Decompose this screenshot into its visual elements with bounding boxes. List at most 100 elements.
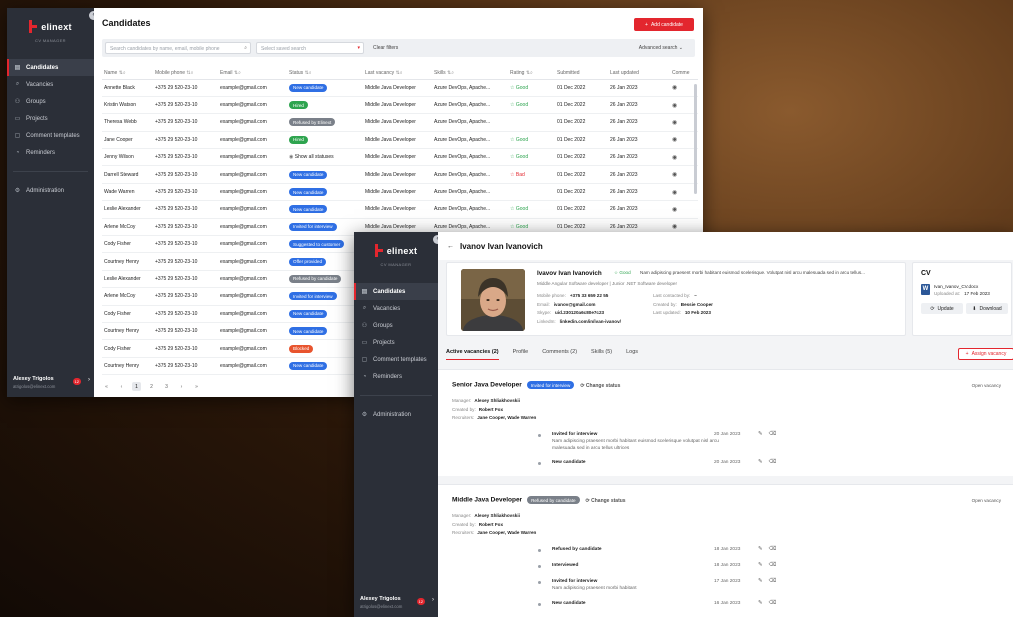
- status-badge[interactable]: Refused by Elinext: [289, 118, 336, 127]
- eye-icon[interactable]: ◉: [672, 120, 677, 126]
- trash-icon[interactable]: ⌫: [769, 546, 783, 552]
- assign-vacancy-button[interactable]: + Assign vacancy: [958, 348, 1013, 360]
- edit-icon[interactable]: ✎: [758, 546, 769, 552]
- edit-icon[interactable]: ✎: [758, 578, 769, 584]
- status-badge[interactable]: Suggested to customer: [289, 240, 345, 249]
- column-header-last-updated[interactable]: Last updated: [608, 67, 670, 80]
- advanced-search-link[interactable]: Advanced search ⌄: [639, 45, 683, 51]
- sort-filter-icon[interactable]: ⇅⌕: [185, 70, 193, 76]
- sort-filter-icon[interactable]: ⇅⌕: [303, 70, 312, 76]
- edit-icon[interactable]: ✎: [758, 431, 769, 437]
- eye-icon[interactable]: ◉: [672, 103, 677, 109]
- table-row[interactable]: Leslie Alexander +375 29 520-23-10 example…: [102, 200, 698, 219]
- tab-active-vacancies-2[interactable]: Active vacancies (2): [446, 349, 499, 360]
- sort-filter-icon[interactable]: ⇅⌕: [117, 70, 126, 76]
- eye-icon[interactable]: ◉: [672, 137, 677, 143]
- page-button[interactable]: »: [192, 382, 201, 391]
- edit-icon[interactable]: ✎: [758, 562, 769, 568]
- tab-logs[interactable]: Logs: [626, 349, 638, 360]
- column-header-email[interactable]: Email ⇅⌕: [218, 67, 287, 80]
- sidebar-item-administration[interactable]: ⚙ Administration: [7, 182, 94, 199]
- sidebar-item-projects[interactable]: ▭ Projects: [7, 110, 94, 127]
- eye-icon[interactable]: ◉: [672, 190, 677, 196]
- saved-search-select[interactable]: Select saved search ▾: [256, 42, 364, 54]
- eye-icon[interactable]: ◉: [672, 155, 677, 161]
- column-header-rating[interactable]: Rating ⇅⌕: [508, 67, 555, 80]
- sidebar-item-groups[interactable]: ⚇ Groups: [7, 93, 94, 110]
- table-row[interactable]: Jane Cooper +375 29 520-23-10 example@gmai…: [102, 131, 698, 150]
- table-row[interactable]: Jenny Wilson +375 29 520-23-10 example@gma…: [102, 148, 698, 167]
- page-button[interactable]: 3: [162, 382, 171, 391]
- column-header-comme[interactable]: Comme: [670, 67, 698, 80]
- column-header-mobile-phone[interactable]: Mobile phone ⇅⌕: [153, 67, 218, 80]
- status-badge[interactable]: Offer provided: [289, 257, 327, 266]
- trash-icon[interactable]: ⌫: [769, 600, 783, 606]
- status-badge[interactable]: New candidate: [289, 170, 328, 179]
- clear-filters-link[interactable]: Clear filters: [373, 45, 398, 51]
- table-row[interactable]: Annette Black +375 29 520-23-10 example@gm…: [102, 79, 698, 97]
- open-vacancy-link[interactable]: Open vacancy: [972, 383, 1001, 388]
- column-header-name[interactable]: Name ⇅⌕: [102, 67, 153, 80]
- tab-skills-5[interactable]: Skills (5): [591, 349, 612, 360]
- sort-filter-icon[interactable]: ⇅⌕: [233, 70, 241, 76]
- trash-icon[interactable]: ⌫: [769, 459, 783, 465]
- trash-icon[interactable]: ⌫: [769, 562, 783, 568]
- eye-icon[interactable]: ◉: [672, 224, 677, 230]
- notification-badge[interactable]: 12: [72, 378, 81, 385]
- change-status-button[interactable]: ⟳ Change status: [580, 383, 620, 389]
- add-candidate-button[interactable]: + Add candidate: [634, 18, 694, 31]
- cv-download-button[interactable]: ⬇ Download: [966, 303, 1008, 314]
- status-badge[interactable]: Invited for interview: [289, 292, 337, 301]
- sidebar-item-reminders[interactable]: ◔ Reminders: [7, 144, 94, 161]
- page-button[interactable]: ‹: [117, 382, 126, 391]
- chevron-right-icon[interactable]: ›: [432, 597, 434, 603]
- sidebar-item-reminders[interactable]: ◔ Reminders: [354, 368, 438, 385]
- show-all-statuses-link[interactable]: Show all statuses: [295, 154, 334, 160]
- eye-icon[interactable]: ◉: [672, 85, 677, 91]
- column-header-status[interactable]: Status ⇅⌕: [287, 67, 363, 80]
- tab-profile[interactable]: Profile: [513, 349, 529, 360]
- status-badge[interactable]: New candidate: [289, 205, 328, 214]
- table-row[interactable]: Wade Warren +375 29 520-23-10 example@gmai…: [102, 183, 698, 202]
- page-button[interactable]: 1: [132, 382, 141, 391]
- status-badge[interactable]: New candidate: [289, 83, 328, 92]
- sidebar-item-comment-templates[interactable]: ▢ Comment templates: [7, 127, 94, 144]
- page-button[interactable]: 2: [147, 382, 156, 391]
- table-scrollbar[interactable]: [694, 84, 697, 194]
- page-button[interactable]: «: [102, 382, 111, 391]
- status-badge[interactable]: New candidate: [289, 309, 328, 318]
- change-status-button[interactable]: ⟳ Change status: [586, 498, 626, 504]
- status-badge[interactable]: New candidate: [289, 327, 328, 336]
- search-input[interactable]: Search candidates by name, email, mobile…: [105, 42, 251, 54]
- user-profile[interactable]: Alexey Trigolos atrigolos@elinext.com 12…: [13, 376, 90, 389]
- cv-update-button[interactable]: ⟳ Update: [921, 303, 963, 314]
- status-badge[interactable]: Hired: [289, 135, 308, 144]
- edit-icon[interactable]: ✎: [758, 459, 769, 465]
- sort-filter-icon[interactable]: ⇅⌕: [524, 70, 533, 76]
- sidebar-item-candidates[interactable]: ▤ Candidates: [354, 283, 438, 300]
- cv-file-name[interactable]: Ivan_Ivanov_CV.docx: [934, 284, 978, 289]
- column-header-skills[interactable]: Skills ⇅⌕: [432, 67, 508, 80]
- status-badge[interactable]: Hired: [289, 101, 308, 110]
- edit-icon[interactable]: ✎: [758, 600, 769, 606]
- table-row[interactable]: Kristin Watson +375 29 520-23-10 example@g…: [102, 96, 698, 115]
- eye-icon[interactable]: ◉: [672, 172, 677, 178]
- status-badge[interactable]: Blocked: [289, 344, 314, 353]
- chevron-right-icon[interactable]: ›: [88, 377, 90, 383]
- sidebar-item-administration[interactable]: ⚙ Administration: [354, 406, 438, 423]
- sidebar-item-candidates[interactable]: ▤ Candidates: [7, 59, 94, 76]
- trash-icon[interactable]: ⌫: [769, 431, 783, 437]
- column-header-last-vacancy[interactable]: Last vacancy ⇅⌕: [363, 67, 432, 80]
- back-arrow-icon[interactable]: ←: [447, 243, 454, 250]
- status-badge[interactable]: New candidate: [289, 361, 328, 370]
- eye-icon[interactable]: ◉: [672, 207, 677, 213]
- status-badge[interactable]: New candidate: [289, 188, 328, 197]
- sort-filter-icon[interactable]: ⇅⌕: [446, 70, 454, 76]
- column-header-submitted[interactable]: Submitted: [555, 67, 608, 80]
- open-vacancy-link[interactable]: Open vacancy: [972, 498, 1001, 503]
- sidebar-item-groups[interactable]: ⚇ Groups: [354, 317, 438, 334]
- user-profile[interactable]: Alexey Trigolos atrigolos@elinext.com 12…: [360, 596, 434, 609]
- table-row[interactable]: Darrell Steward +375 29 520-23-10 example@…: [102, 165, 698, 184]
- table-row[interactable]: Theresa Webb +375 29 520-23-10 example@gma…: [102, 113, 698, 132]
- sidebar-item-projects[interactable]: ▭ Projects: [354, 334, 438, 351]
